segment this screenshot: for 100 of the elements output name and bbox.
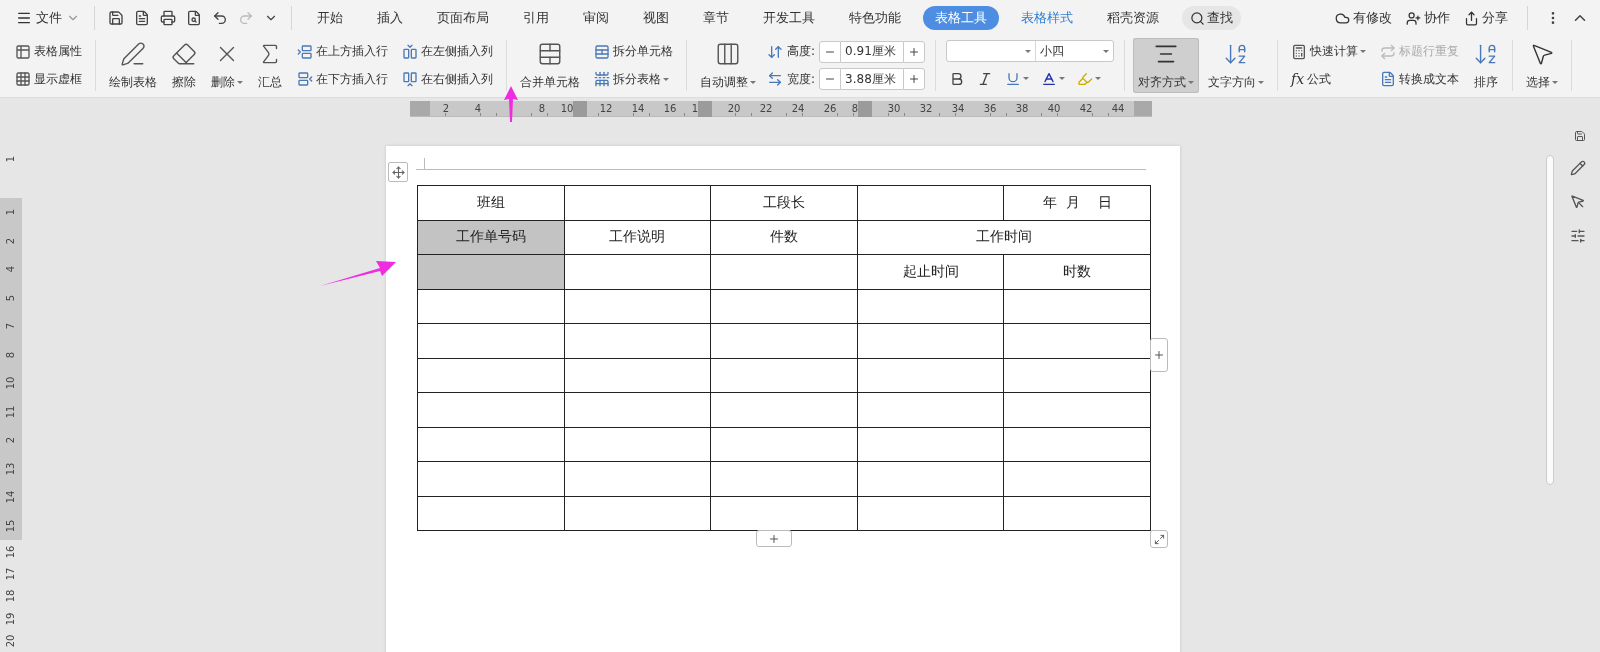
ruler-number: 44	[1111, 103, 1125, 114]
ribbon-button[interactable]: 删除	[206, 38, 248, 93]
ruler-number: 40	[1047, 103, 1061, 114]
select-button[interactable]: 选择	[1521, 38, 1564, 93]
ruler-number: 11	[6, 405, 16, 419]
table-cell: 时数	[1003, 254, 1151, 289]
height-field[interactable]: 0.91厘米	[841, 40, 904, 63]
ribbon-button[interactable]: fx 公式	[1288, 67, 1370, 92]
ruler-number: 7	[6, 322, 16, 330]
ribbon-button[interactable]: 快速计算	[1288, 39, 1370, 64]
table-cell: 件数	[710, 220, 858, 255]
decrement-button[interactable]	[819, 40, 842, 63]
cloud-icon	[1335, 10, 1350, 26]
width-field[interactable]: 3.88厘米	[841, 68, 904, 91]
table-cell: 起止时间	[857, 254, 1004, 289]
ruler-number: 30	[887, 103, 901, 114]
decrement-button[interactable]	[819, 68, 842, 91]
ribbon-tab[interactable]: 开发工具	[751, 6, 827, 30]
ruler-marker	[573, 100, 588, 117]
ribbon-tab[interactable]: 页面布局	[425, 6, 501, 30]
resize-button[interactable]	[1150, 530, 1168, 548]
header-button[interactable]: 有修改	[1330, 9, 1397, 27]
ruler-number: 4	[474, 103, 482, 114]
sort-button[interactable]: 排序	[1468, 38, 1505, 93]
pencil-icon	[1570, 160, 1586, 176]
printer-icon	[160, 10, 176, 26]
preview-icon	[186, 10, 202, 26]
ribbon-tab[interactable]: 审阅	[571, 6, 621, 30]
undo-icon	[212, 10, 228, 26]
ribbon-button[interactable]: 在下方插入行	[294, 67, 391, 92]
ribbon-button[interactable]: 在右侧插入列	[399, 67, 496, 92]
caret-icon	[1258, 81, 1265, 84]
ribbon-tab[interactable]: 插入	[365, 6, 415, 30]
ribbon-button[interactable]: 转换成文本	[1377, 67, 1463, 92]
ribbon-button[interactable]: 汇总	[252, 38, 288, 93]
table-cell: 班组	[417, 185, 565, 220]
header-button[interactable]: 分享	[1459, 9, 1513, 27]
ribbon-tab[interactable]: 特色功能	[837, 6, 913, 30]
table-fit-icon	[715, 41, 741, 67]
field-label: 宽度:	[787, 70, 816, 88]
split-table-icon	[594, 71, 610, 88]
ribbon-button[interactable]: 擦除	[166, 38, 202, 93]
search-button[interactable]: 查找	[1182, 6, 1241, 30]
ruler-number: 19	[6, 612, 16, 625]
width-icon	[767, 71, 783, 88]
ruler-number: 20	[727, 103, 741, 114]
ribbon-button[interactable]: 显示虚框	[12, 67, 85, 92]
edit-button[interactable]	[1568, 158, 1588, 178]
caret-icon	[237, 81, 243, 84]
ruler-number: 1	[691, 103, 699, 114]
ribbon-button[interactable]: 绘制表格	[104, 38, 162, 93]
search-icon	[1190, 10, 1205, 26]
ribbon-button[interactable]: 拆分单元格	[591, 39, 676, 64]
ribbon-tab[interactable]: 引用	[511, 6, 561, 30]
ribbon-tab[interactable]: 视图	[631, 6, 681, 30]
table-cell: 年 月 日	[1003, 185, 1151, 220]
ribbon-button[interactable]: 拆分表格	[591, 67, 676, 92]
ribbon-tab[interactable]: 表格样式	[1009, 6, 1085, 30]
resize-icon	[1153, 533, 1165, 545]
scrollbar-thumb[interactable]	[1546, 155, 1554, 485]
ribbon-tab[interactable]: 章节	[691, 6, 741, 30]
user-plus-icon	[1406, 10, 1421, 26]
increment-button[interactable]	[903, 40, 926, 63]
calculator-icon	[1291, 43, 1308, 60]
file-menu[interactable]: 文件	[12, 5, 84, 31]
redo-icon	[238, 10, 254, 26]
panel-button[interactable]	[1572, 128, 1588, 144]
ribbon-tab[interactable]: 稻壳资源	[1095, 6, 1171, 30]
ribbon-button[interactable]: 表格属性	[12, 39, 85, 64]
caret-icon	[1552, 81, 1559, 84]
field-label: 高度:	[787, 43, 816, 61]
ruler-number: 38	[1015, 103, 1029, 114]
ruler-number: 4	[6, 265, 16, 273]
header-button[interactable]: 协作	[1401, 9, 1455, 27]
ribbon-button[interactable]: 在左侧插入列	[399, 39, 496, 64]
align-button[interactable]: 对齐方式	[1133, 38, 1200, 93]
caret-icon	[1360, 50, 1367, 54]
convert-text-icon	[1380, 71, 1397, 88]
ruler-number: 32	[919, 103, 933, 114]
ruler-number: 22	[759, 103, 773, 114]
text-direction-button[interactable]: 文字方向	[1203, 38, 1270, 93]
settings-button[interactable]	[1568, 226, 1588, 246]
increment-button[interactable]	[903, 68, 926, 91]
ruler-marker	[858, 100, 873, 117]
save-icon	[1574, 130, 1586, 142]
ruler-number: 8	[851, 103, 859, 114]
autofit-button[interactable]: 自动调整	[695, 38, 761, 93]
ruler-number: 8	[538, 103, 546, 114]
ribbon-tab[interactable]: 开始	[305, 6, 355, 30]
share-icon	[1464, 10, 1479, 26]
merge-cells-button[interactable]: 合并单元格	[515, 38, 585, 93]
ribbon-button[interactable]: 在上方插入行	[294, 39, 391, 64]
ruler-number: 10	[6, 376, 16, 390]
column-right-icon	[402, 71, 418, 88]
plus-icon	[908, 45, 921, 58]
table-icon	[15, 43, 31, 60]
sliders-icon	[1570, 228, 1586, 244]
ruler-number: 5	[6, 294, 16, 301]
move-handle[interactable]	[388, 162, 408, 182]
table-cell: 工作单号码	[417, 220, 565, 255]
